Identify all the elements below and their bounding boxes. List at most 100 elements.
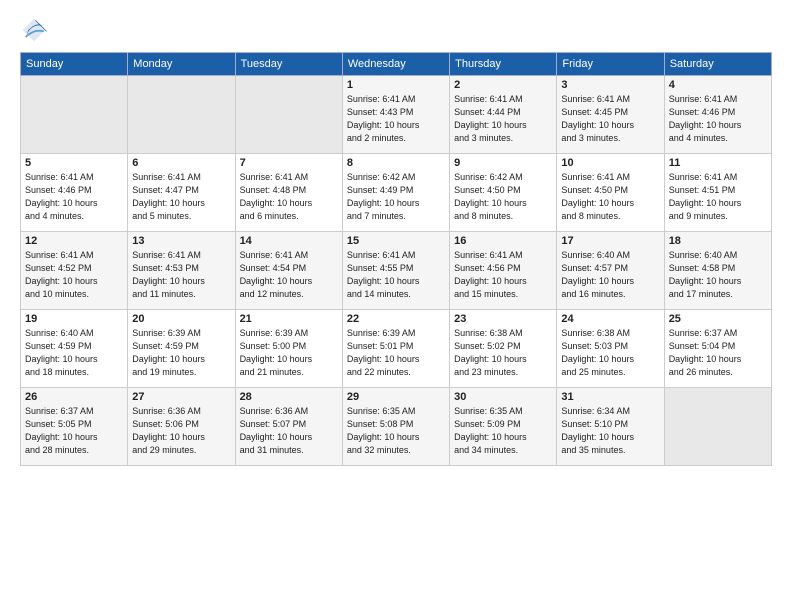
calendar-cell — [235, 76, 342, 154]
calendar-day-header: Tuesday — [235, 53, 342, 76]
day-number: 29 — [347, 391, 445, 403]
day-info: Sunrise: 6:41 AMSunset: 4:47 PMDaylight:… — [132, 171, 230, 223]
day-number: 27 — [132, 391, 230, 403]
calendar-week-row: 26 Sunrise: 6:37 AMSunset: 5:05 PMDayligh… — [21, 388, 772, 466]
day-info: Sunrise: 6:35 AMSunset: 5:09 PMDaylight:… — [454, 405, 552, 457]
day-number: 6 — [132, 157, 230, 169]
calendar-cell: 27 Sunrise: 6:36 AMSunset: 5:06 PMDayligh… — [128, 388, 235, 466]
calendar-cell: 5 Sunrise: 6:41 AMSunset: 4:46 PMDaylight… — [21, 154, 128, 232]
calendar-day-header: Friday — [557, 53, 664, 76]
calendar-cell: 20 Sunrise: 6:39 AMSunset: 4:59 PMDayligh… — [128, 310, 235, 388]
calendar-cell: 9Sunrise: 6:42 AMSunset: 4:50 PMDaylight… — [450, 154, 557, 232]
day-info: Sunrise: 6:42 AMSunset: 4:50 PMDaylight:… — [454, 171, 552, 223]
logo-icon — [20, 16, 48, 44]
day-number: 16 — [454, 235, 552, 247]
day-number: 14 — [240, 235, 338, 247]
calendar-cell: 11 Sunrise: 6:41 AMSunset: 4:51 PMDayligh… — [664, 154, 771, 232]
calendar-week-row: 19Sunrise: 6:40 AMSunset: 4:59 PMDayligh… — [21, 310, 772, 388]
day-info: Sunrise: 6:34 AMSunset: 5:10 PMDaylight:… — [561, 405, 659, 457]
calendar-cell: 8 Sunrise: 6:42 AMSunset: 4:49 PMDaylight… — [342, 154, 449, 232]
calendar-cell: 10 Sunrise: 6:41 AMSunset: 4:50 PMDayligh… — [557, 154, 664, 232]
calendar-cell: 26 Sunrise: 6:37 AMSunset: 5:05 PMDayligh… — [21, 388, 128, 466]
calendar-cell: 16 Sunrise: 6:41 AMSunset: 4:56 PMDayligh… — [450, 232, 557, 310]
calendar-cell: 25Sunrise: 6:37 AMSunset: 5:04 PMDayligh… — [664, 310, 771, 388]
day-info: Sunrise: 6:41 AMSunset: 4:44 PMDaylight:… — [454, 93, 552, 145]
calendar-cell: 7 Sunrise: 6:41 AMSunset: 4:48 PMDaylight… — [235, 154, 342, 232]
header — [20, 16, 772, 44]
day-info: Sunrise: 6:41 AMSunset: 4:54 PMDaylight:… — [240, 249, 338, 301]
calendar-cell: 18Sunrise: 6:40 AMSunset: 4:58 PMDayligh… — [664, 232, 771, 310]
day-info: Sunrise: 6:35 AMSunset: 5:08 PMDaylight:… — [347, 405, 445, 457]
day-info: Sunrise: 6:41 AMSunset: 4:46 PMDaylight:… — [25, 171, 123, 223]
day-info: Sunrise: 6:41 AMSunset: 4:50 PMDaylight:… — [561, 171, 659, 223]
calendar-cell: 3 Sunrise: 6:41 AMSunset: 4:45 PMDaylight… — [557, 76, 664, 154]
calendar-cell: 2Sunrise: 6:41 AMSunset: 4:44 PMDaylight… — [450, 76, 557, 154]
day-number: 15 — [347, 235, 445, 247]
calendar-day-header: Sunday — [21, 53, 128, 76]
day-info: Sunrise: 6:39 AMSunset: 4:59 PMDaylight:… — [132, 327, 230, 379]
calendar-cell: 29 Sunrise: 6:35 AMSunset: 5:08 PMDayligh… — [342, 388, 449, 466]
calendar-cell: 19Sunrise: 6:40 AMSunset: 4:59 PMDayligh… — [21, 310, 128, 388]
day-info: Sunrise: 6:41 AMSunset: 4:46 PMDaylight:… — [669, 93, 767, 145]
calendar-cell: 15 Sunrise: 6:41 AMSunset: 4:55 PMDayligh… — [342, 232, 449, 310]
calendar-cell: 6 Sunrise: 6:41 AMSunset: 4:47 PMDaylight… — [128, 154, 235, 232]
day-number: 20 — [132, 313, 230, 325]
calendar-cell: 14 Sunrise: 6:41 AMSunset: 4:54 PMDayligh… — [235, 232, 342, 310]
day-number: 30 — [454, 391, 552, 403]
calendar-table: SundayMondayTuesdayWednesdayThursdayFrid… — [20, 52, 772, 466]
calendar-cell — [664, 388, 771, 466]
day-number: 7 — [240, 157, 338, 169]
calendar-cell: 13 Sunrise: 6:41 AMSunset: 4:53 PMDayligh… — [128, 232, 235, 310]
calendar-cell: 12 Sunrise: 6:41 AMSunset: 4:52 PMDayligh… — [21, 232, 128, 310]
calendar-cell: 22Sunrise: 6:39 AMSunset: 5:01 PMDayligh… — [342, 310, 449, 388]
calendar-cell: 30 Sunrise: 6:35 AMSunset: 5:09 PMDayligh… — [450, 388, 557, 466]
day-number: 19 — [25, 313, 123, 325]
calendar-cell: 1Sunrise: 6:41 AMSunset: 4:43 PMDaylight… — [342, 76, 449, 154]
calendar-cell: 24 Sunrise: 6:38 AMSunset: 5:03 PMDayligh… — [557, 310, 664, 388]
day-info: Sunrise: 6:39 AMSunset: 5:01 PMDaylight:… — [347, 327, 445, 379]
day-number: 21 — [240, 313, 338, 325]
day-number: 13 — [132, 235, 230, 247]
calendar-cell: 17 Sunrise: 6:40 AMSunset: 4:57 PMDayligh… — [557, 232, 664, 310]
day-number: 10 — [561, 157, 659, 169]
day-info: Sunrise: 6:39 AMSunset: 5:00 PMDaylight:… — [240, 327, 338, 379]
day-info: Sunrise: 6:41 AMSunset: 4:53 PMDaylight:… — [132, 249, 230, 301]
day-info: Sunrise: 6:41 AMSunset: 4:51 PMDaylight:… — [669, 171, 767, 223]
day-number: 26 — [25, 391, 123, 403]
logo — [20, 16, 50, 44]
calendar-week-row: 5 Sunrise: 6:41 AMSunset: 4:46 PMDaylight… — [21, 154, 772, 232]
day-number: 12 — [25, 235, 123, 247]
day-info: Sunrise: 6:41 AMSunset: 4:48 PMDaylight:… — [240, 171, 338, 223]
day-number: 3 — [561, 79, 659, 91]
calendar-cell — [21, 76, 128, 154]
day-info: Sunrise: 6:36 AMSunset: 5:07 PMDaylight:… — [240, 405, 338, 457]
day-info: Sunrise: 6:38 AMSunset: 5:03 PMDaylight:… — [561, 327, 659, 379]
day-info: Sunrise: 6:40 AMSunset: 4:58 PMDaylight:… — [669, 249, 767, 301]
day-info: Sunrise: 6:37 AMSunset: 5:04 PMDaylight:… — [669, 327, 767, 379]
day-info: Sunrise: 6:41 AMSunset: 4:45 PMDaylight:… — [561, 93, 659, 145]
calendar-cell: 31 Sunrise: 6:34 AMSunset: 5:10 PMDayligh… — [557, 388, 664, 466]
calendar-week-row: 12 Sunrise: 6:41 AMSunset: 4:52 PMDayligh… — [21, 232, 772, 310]
calendar-cell: 28 Sunrise: 6:36 AMSunset: 5:07 PMDayligh… — [235, 388, 342, 466]
day-info: Sunrise: 6:41 AMSunset: 4:52 PMDaylight:… — [25, 249, 123, 301]
calendar-cell: 4 Sunrise: 6:41 AMSunset: 4:46 PMDaylight… — [664, 76, 771, 154]
day-number: 5 — [25, 157, 123, 169]
day-number: 4 — [669, 79, 767, 91]
day-info: Sunrise: 6:42 AMSunset: 4:49 PMDaylight:… — [347, 171, 445, 223]
day-number: 28 — [240, 391, 338, 403]
day-info: Sunrise: 6:40 AMSunset: 4:57 PMDaylight:… — [561, 249, 659, 301]
day-number: 17 — [561, 235, 659, 247]
calendar-day-header: Wednesday — [342, 53, 449, 76]
calendar-header-row: SundayMondayTuesdayWednesdayThursdayFrid… — [21, 53, 772, 76]
calendar-cell: 21 Sunrise: 6:39 AMSunset: 5:00 PMDayligh… — [235, 310, 342, 388]
day-number: 24 — [561, 313, 659, 325]
day-number: 11 — [669, 157, 767, 169]
day-number: 8 — [347, 157, 445, 169]
day-info: Sunrise: 6:37 AMSunset: 5:05 PMDaylight:… — [25, 405, 123, 457]
day-info: Sunrise: 6:41 AMSunset: 4:56 PMDaylight:… — [454, 249, 552, 301]
day-info: Sunrise: 6:41 AMSunset: 4:43 PMDaylight:… — [347, 93, 445, 145]
day-info: Sunrise: 6:36 AMSunset: 5:06 PMDaylight:… — [132, 405, 230, 457]
day-number: 31 — [561, 391, 659, 403]
day-info: Sunrise: 6:41 AMSunset: 4:55 PMDaylight:… — [347, 249, 445, 301]
calendar-day-header: Thursday — [450, 53, 557, 76]
